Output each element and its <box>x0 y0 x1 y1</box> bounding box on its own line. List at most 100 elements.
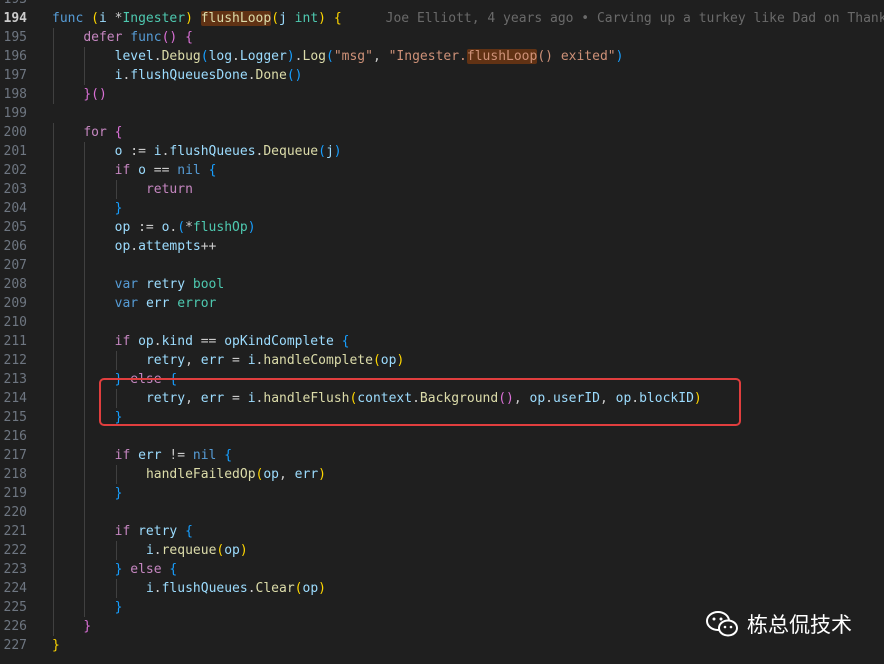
line-number: 201 <box>3 144 27 159</box>
code-token: op <box>224 543 240 558</box>
code-token: == <box>145 163 178 178</box>
indent-guide <box>84 351 86 370</box>
indent-guide <box>84 503 86 522</box>
code-token: . <box>232 49 240 64</box>
indent-guide <box>53 142 54 161</box>
code-line[interactable]: 224 i.flushQueues.Clear(op) <box>0 579 884 598</box>
code-text: if err != nil { <box>115 446 232 465</box>
code-line[interactable]: 205 op := o.(*flushOp) <box>0 218 884 237</box>
code-line[interactable]: 221 if retry { <box>0 522 884 541</box>
line-number: 212 <box>3 353 27 368</box>
line-number: 224 <box>3 581 27 596</box>
code-line[interactable]: 208 var retry bool <box>0 275 884 294</box>
indent-guide <box>84 332 86 351</box>
code-line[interactable]: 193 <box>0 0 884 9</box>
indent-guide <box>84 313 86 332</box>
code-line[interactable]: 201 o := i.flushQueues.Dequeue(j) <box>0 142 884 161</box>
indent-guide <box>53 28 54 47</box>
code-text: } <box>115 484 123 503</box>
line-number: 223 <box>3 562 27 577</box>
code-text: defer func() { <box>83 28 193 47</box>
code-line[interactable]: 216 <box>0 427 884 446</box>
code-token: . <box>153 334 162 349</box>
code-line[interactable]: 209 var err error <box>0 294 884 313</box>
code-token: := <box>130 220 162 235</box>
code-editor[interactable]: 193194func (i *Ingester) flushLoop(j int… <box>0 0 884 655</box>
line-number: 221 <box>3 524 27 539</box>
code-text: if op.kind == opKindComplete { <box>115 332 350 351</box>
watermark: 栋总侃技术 <box>705 608 852 640</box>
code-token: := <box>122 144 154 159</box>
code-line[interactable]: 198}() <box>0 85 884 104</box>
code-token: log <box>208 49 233 64</box>
code-line[interactable]: 210 <box>0 313 884 332</box>
line-number: 202 <box>3 163 27 178</box>
code-token: { <box>224 448 233 463</box>
code-token: ) <box>318 467 326 482</box>
indent-guide <box>53 85 54 104</box>
code-line[interactable]: 223} else { <box>0 560 884 579</box>
code-token: { <box>185 30 193 45</box>
code-token: = <box>224 353 248 368</box>
code-line[interactable]: 218 handleFailedOp(op, err) <box>0 465 884 484</box>
code-token: err <box>294 467 319 482</box>
code-token: if <box>114 448 131 463</box>
code-token: retry <box>145 277 186 292</box>
indent-guide <box>84 560 86 579</box>
code-text: i.requeue(op) <box>146 541 248 560</box>
code-text: } <box>115 598 123 617</box>
code-line[interactable]: 207 <box>0 256 884 275</box>
code-token: ) <box>247 220 256 235</box>
line-number: 213 <box>3 372 27 387</box>
code-line[interactable]: 217 if err != nil { <box>0 446 884 465</box>
code-line[interactable]: 200 for { <box>0 123 884 142</box>
code-line[interactable]: 220 <box>0 503 884 522</box>
code-token: { <box>185 524 193 539</box>
line-number: 199 <box>3 106 27 121</box>
code-token: j <box>325 144 334 159</box>
code-token: defer <box>83 30 123 45</box>
code-token: requeue <box>161 543 217 558</box>
code-text: retry, err = i.handleComplete(op) <box>146 351 404 370</box>
indent-guide <box>53 256 54 275</box>
code-text: i.flushQueues.Clear(op) <box>146 579 326 598</box>
code-line[interactable]: 195 defer func() { <box>0 28 884 47</box>
indent-guide <box>115 579 117 598</box>
code-line[interactable]: 222 i.requeue(op) <box>0 541 884 560</box>
code-line[interactable]: 203 return <box>0 180 884 199</box>
code-token: , <box>279 467 295 482</box>
code-token: Clear <box>255 581 295 596</box>
code-line[interactable]: 211 if op.kind == opKindComplete { <box>0 332 884 351</box>
indent-guide <box>53 237 54 256</box>
line-number: 210 <box>3 315 27 330</box>
code-token: } <box>83 619 92 634</box>
code-token: ( <box>325 49 334 64</box>
code-line[interactable]: 197 i.flushQueuesDone.Done() <box>0 66 884 85</box>
code-line[interactable]: 194 func (i *Ingester) flushLoop(j int) {… <box>0 9 884 28</box>
code-line[interactable]: 202 if o == nil { <box>0 161 884 180</box>
code-line[interactable]: 206 op.attempts++ <box>0 237 884 256</box>
code-token: ) <box>615 49 624 64</box>
code-token: , <box>185 353 201 368</box>
indent-guide <box>53 389 54 408</box>
code-token: Log <box>302 49 326 64</box>
code-line[interactable]: 204} <box>0 199 884 218</box>
code-line[interactable]: 196 level.Debug(log.Logger).Log("msg", "I… <box>0 47 884 66</box>
code-line[interactable]: 219} <box>0 484 884 503</box>
code-token: i <box>247 353 256 368</box>
code-line[interactable]: 199 <box>0 104 884 123</box>
code-token: i <box>98 11 107 26</box>
indent-guide <box>84 446 86 465</box>
code-token: handleComplete <box>263 353 373 368</box>
line-number: 227 <box>3 638 27 653</box>
code-token: func <box>52 11 84 26</box>
code-token: ) <box>185 11 193 26</box>
code-token: j <box>279 11 287 26</box>
indent-guide <box>53 427 54 446</box>
code-line[interactable]: 212 retry, err = i.handleComplete(op) <box>0 351 884 370</box>
indent-guide <box>53 332 54 351</box>
